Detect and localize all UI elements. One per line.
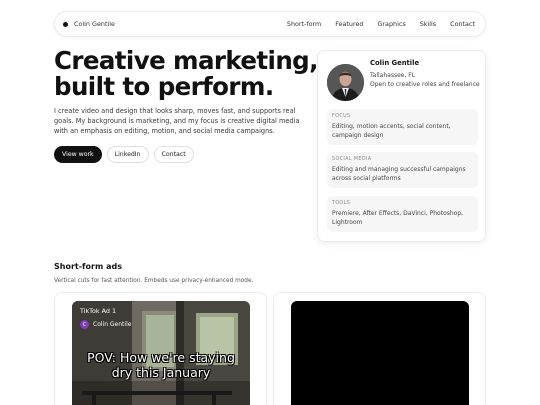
video-title: TikTok Ad 1 [80, 307, 117, 315]
avatar-photo-icon [327, 64, 364, 101]
contact-button[interactable]: Contact [153, 146, 194, 163]
video-caption-line1: POV: How we're staying [87, 350, 235, 365]
video-embed[interactable]: TikTok Ad 1 C Colin Gentile POV: How we'… [72, 301, 250, 405]
video-author-name: Colin Gentile [93, 321, 132, 328]
hero-description: I create video and design that looks sha… [54, 107, 300, 135]
hero-title: Creative marketing, built to perform. [54, 46, 318, 101]
tools-box: TOOLS Premiere, After Effects, DaVinci, … [327, 196, 478, 232]
tools-text: Premiere, After Effects, DaVinci, Photos… [332, 210, 464, 226]
video-author[interactable]: C Colin Gentile [80, 320, 131, 329]
nav-link-short-form[interactable]: Short-form [287, 20, 321, 28]
social-media-label: SOCIAL MEDIA [332, 157, 372, 162]
nav-link-graphics[interactable]: Graphics [377, 20, 405, 28]
hero-title-line1: Creative marketing, [54, 46, 318, 75]
avatar [327, 64, 364, 101]
hero-buttons: View work LinkedIn Contact [54, 146, 194, 163]
nav-link-featured[interactable]: Featured [335, 20, 363, 28]
video-embed[interactable] [291, 301, 469, 405]
shortform-title: Short-form ads [54, 262, 122, 271]
brand-name[interactable]: Colin Gentile [74, 20, 115, 28]
profile-location: Tallahassee, FL [370, 72, 416, 79]
nav-link-contact[interactable]: Contact [450, 20, 475, 28]
top-nav: Colin Gentile Short-form Featured Graphi… [54, 11, 486, 37]
social-media-box: SOCIAL MEDIA Editing and managing succes… [327, 152, 478, 188]
focus-text: Editing, motion accents, social content,… [332, 123, 451, 139]
video-caption-line2: dry this January [111, 365, 211, 380]
profile-status: Open to creative roles and freelance [370, 81, 480, 88]
linkedin-button[interactable]: LinkedIn [106, 146, 149, 163]
profile-card: Colin Gentile Tallahassee, FL Open to cr… [317, 50, 486, 242]
social-media-text: Editing and managing successful campaign… [332, 166, 466, 182]
nav-link-skills[interactable]: Skills [420, 20, 436, 28]
brand-dot-icon [63, 21, 68, 27]
video-author-avatar: C [80, 320, 89, 329]
shortform-subtitle: Vertical cuts for fast attention. Embeds… [54, 278, 254, 284]
nav-links: Short-form Featured Graphics Skills Cont… [287, 20, 475, 28]
hero-title-line2: built to perform. [54, 72, 274, 101]
video-card [273, 292, 486, 405]
tools-label: TOOLS [332, 201, 351, 206]
focus-box: FOCUS Editing, motion accents, social co… [327, 109, 478, 145]
view-work-button[interactable]: View work [54, 146, 102, 163]
profile-name: Colin Gentile [370, 59, 420, 67]
focus-label: FOCUS [332, 114, 351, 119]
brand[interactable]: Colin Gentile [63, 20, 115, 28]
video-card: TikTok Ad 1 C Colin Gentile POV: How we'… [54, 292, 267, 405]
video-caption: POV: How we're staying dry this January [72, 350, 250, 380]
